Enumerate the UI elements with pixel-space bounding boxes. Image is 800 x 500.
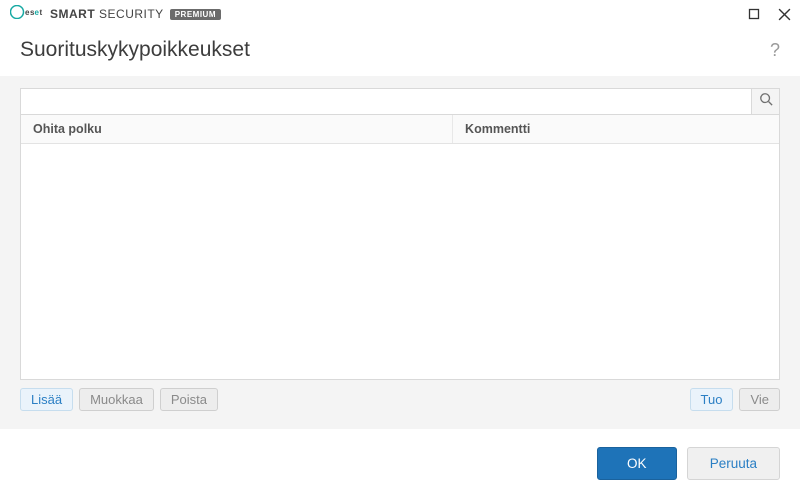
action-row: Lisää Muokkaa Poista Tuo Vie xyxy=(20,380,780,411)
svg-text:t: t xyxy=(40,8,43,17)
window-controls xyxy=(746,6,792,22)
add-button[interactable]: Lisää xyxy=(20,388,73,411)
export-button[interactable]: Vie xyxy=(739,388,780,411)
premium-badge: PREMIUM xyxy=(170,9,221,20)
help-icon[interactable]: ? xyxy=(770,40,780,61)
search-button[interactable] xyxy=(751,89,779,114)
delete-button[interactable]: Poista xyxy=(160,388,218,411)
close-button[interactable] xyxy=(776,6,792,22)
body-panel: Ohita polku Kommentti Lisää Muokkaa Pois… xyxy=(0,76,800,429)
list-frame: Ohita polku Kommentti xyxy=(20,88,780,380)
page-title: Suorituskykypoikkeukset xyxy=(20,38,250,62)
titlebar: e s e t SMART SECURITY PREMIUM xyxy=(0,0,800,28)
ok-button[interactable]: OK xyxy=(597,447,677,480)
table-header: Ohita polku Kommentti xyxy=(21,115,779,144)
header-row: Suorituskykypoikkeukset ? xyxy=(0,28,800,76)
column-header-comment[interactable]: Kommentti xyxy=(453,115,779,143)
brand: e s e t SMART SECURITY PREMIUM xyxy=(10,5,221,24)
search-input[interactable] xyxy=(21,89,751,114)
footer: OK Peruuta xyxy=(0,429,800,500)
window: e s e t SMART SECURITY PREMIUM Suoritusk… xyxy=(0,0,800,500)
edit-button[interactable]: Muokkaa xyxy=(79,388,154,411)
table-body[interactable] xyxy=(21,144,779,379)
svg-text:e: e xyxy=(25,8,30,17)
search-row xyxy=(21,89,779,115)
brand-logo-icon: e s e t xyxy=(10,5,44,24)
cancel-button[interactable]: Peruuta xyxy=(687,447,780,480)
search-icon xyxy=(759,92,773,111)
brand-text: SMART SECURITY PREMIUM xyxy=(50,7,221,21)
svg-text:e: e xyxy=(35,8,40,17)
column-header-path[interactable]: Ohita polku xyxy=(21,115,453,143)
import-button[interactable]: Tuo xyxy=(690,388,734,411)
maximize-button[interactable] xyxy=(746,6,762,22)
